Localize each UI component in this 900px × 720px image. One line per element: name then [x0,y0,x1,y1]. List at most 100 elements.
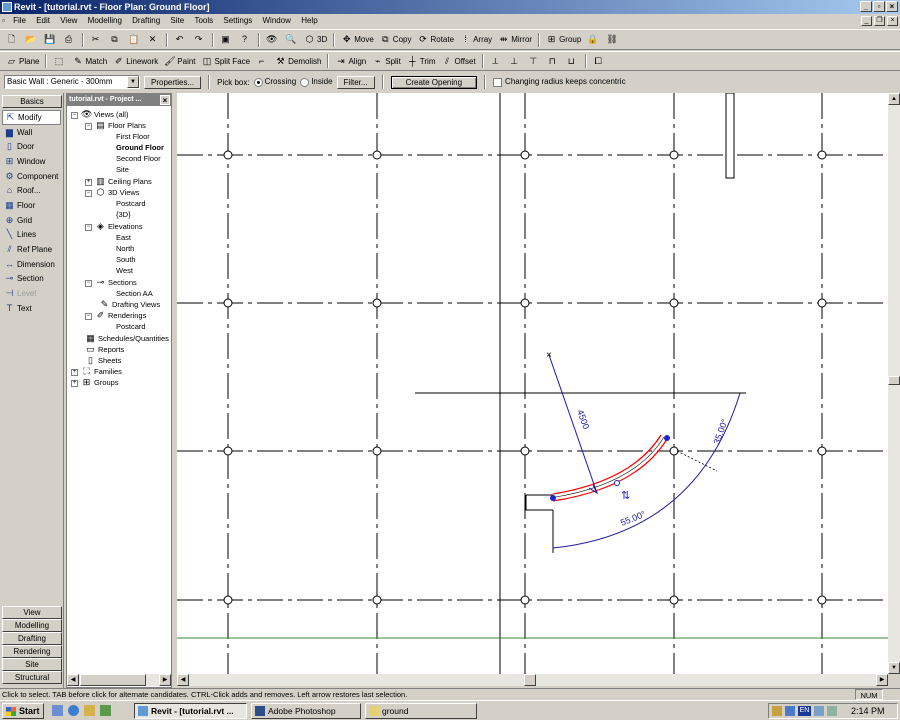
save-button[interactable]: 💾 [41,31,60,49]
tree-floor-plans[interactable]: − ▤ Floor Plans [85,120,146,131]
tree-west[interactable]: West [116,265,133,276]
dashed-box-button[interactable]: ⬚ [50,52,69,70]
wall-center-grip[interactable] [614,480,620,486]
menu-window[interactable]: Window [259,14,295,28]
design-bar-item-door[interactable]: ▯ Door [0,139,63,154]
column-marker[interactable] [372,298,382,308]
paste-button[interactable]: 📋 [125,31,144,49]
split-button[interactable]: ⌁ Split [369,52,404,70]
type-selector[interactable]: Basic Wall : Generic - 300mm ▼ [4,75,140,89]
mirror-button[interactable]: ⇹ Mirror [495,31,535,49]
tray-display-icon[interactable] [814,706,824,716]
tree-ceiling-plans[interactable]: + ▥ Ceiling Plans [85,176,152,187]
tree-east[interactable]: East [116,232,131,243]
menu-settings[interactable]: Settings [219,14,256,28]
column-marker[interactable] [669,298,679,308]
array-button[interactable]: ⁞ Array [457,31,495,49]
design-bar-item-grid[interactable]: ⊕ Grid [0,213,63,228]
join-button[interactable]: ⌐ [253,52,272,70]
column-marker[interactable] [817,150,827,160]
curved-wall-selected[interactable] [552,434,668,502]
match-button[interactable]: ✎ Match [69,52,110,70]
tab-rendering[interactable]: Rendering [2,645,62,658]
canvas-hscrollbar[interactable]: ◀ ▶ [177,674,888,686]
wall-end-grip[interactable] [664,435,670,441]
copy-clip-button[interactable]: ⧉ [106,31,125,49]
tree-schedules[interactable]: ▦ Schedules/Quantities [85,333,169,344]
menu-view[interactable]: View [56,14,81,28]
minimize-button[interactable]: _ [860,1,872,12]
collapse-icon[interactable]: − [71,111,78,119]
tab-modelling[interactable]: Modelling [2,619,62,632]
tree-reports[interactable]: ▭ Reports [85,344,124,355]
tree-elevations[interactable]: − ◈ Elevations [85,221,143,232]
design-bar-item-wall[interactable]: ▆ Wall [0,125,63,140]
offset-button[interactable]: ⫽ Offset [439,52,479,70]
expand-icon[interactable]: + [71,379,78,387]
design-bar-item-modify[interactable]: ⇱ Modify [2,110,61,125]
column-marker[interactable] [520,446,530,456]
design-bar-item-floor[interactable]: ▦ Floor [0,198,63,213]
tree-families[interactable]: + ⛶ Families [71,366,122,377]
open-button[interactable]: 📂 [22,31,41,49]
tree-ground-floor[interactable]: Ground Floor [116,142,164,153]
show-desktop-icon[interactable] [52,705,63,716]
thin-lines-button[interactable]: ▣ [217,31,236,49]
collapse-icon[interactable]: − [85,223,92,231]
filter-button[interactable]: Filter... [336,75,375,89]
design-bar-item-section[interactable]: ⊸ Section [0,272,63,287]
tree-north[interactable]: North [116,243,134,254]
wall-stub[interactable] [525,494,553,511]
lock-button[interactable]: 🔒 [584,31,603,49]
column-marker[interactable] [223,298,233,308]
tool-b-button[interactable]: ⊥ [506,52,525,70]
task-revit[interactable]: Revit - [tutorial.rvt ... [134,703,247,719]
paint-button[interactable]: 🖌 Paint [161,52,198,70]
chevron-down-icon[interactable]: ▼ [127,76,139,88]
design-bar-item-component[interactable]: ⚙ Component [0,169,63,184]
tree-drafting-views[interactable]: ✎ Drafting Views [99,299,161,310]
doc-minimize-button[interactable]: _ [861,16,872,26]
menu-site[interactable]: Site [166,14,188,28]
column-marker[interactable] [520,298,530,308]
expand-icon[interactable]: + [71,368,78,376]
design-bar-item-ref-plane[interactable]: ⫽ Ref Plane [0,242,63,257]
tool-d-button[interactable]: ⊓ [544,52,563,70]
collapse-icon[interactable]: − [85,122,92,130]
redo-button[interactable]: ↷ [190,31,209,49]
cut-button[interactable]: ✂ [87,31,106,49]
tray-pen-icon[interactable] [772,706,782,716]
canvas-vscrollbar[interactable]: ▲ ▼ [888,93,900,674]
help-pointer-button[interactable]: ? [236,31,255,49]
wall-end-grip[interactable] [550,495,556,501]
tool-a-button[interactable]: ⟂ [487,52,506,70]
link-button[interactable]: ⛓ [603,31,622,49]
maximize-button[interactable]: ▫ [873,1,885,12]
tree-sheets[interactable]: ▯ Sheets [85,355,121,366]
collapse-icon[interactable]: − [85,312,92,320]
design-bar-item-text[interactable]: T Text [0,301,63,316]
drawing-canvas[interactable]: ⇅ × 4500 55.00° 35.00° [177,93,888,674]
tool-f-button[interactable]: ⧠ [590,52,609,70]
tree-postcard[interactable]: Postcard [116,198,146,209]
column-marker[interactable] [817,446,827,456]
column-marker[interactable] [669,595,679,605]
tool-c-button[interactable]: ⊤ [525,52,544,70]
tree-3d-views[interactable]: − ⬡ 3D Views [85,187,140,198]
print-button[interactable]: ⎙ [60,31,79,49]
wall-segment[interactable] [725,93,735,179]
demolish-button[interactable]: ⚒ Demolish [272,52,324,70]
task-photoshop[interactable]: Adobe Photoshop [251,703,361,719]
inside-radio[interactable]: Inside [300,77,333,87]
design-bar-item-dimension[interactable]: ↔ Dimension [0,257,63,272]
flip-arrows-icon[interactable]: ⇅ [621,490,630,502]
column-marker[interactable] [520,150,530,160]
scroll-right-icon[interactable]: ▶ [876,674,888,686]
column-marker[interactable] [372,446,382,456]
create-opening-button[interactable]: Create Opening [390,75,478,89]
tree-groups[interactable]: + ⊞ Groups [71,377,119,388]
column-marker[interactable] [669,446,679,456]
doc-close-button[interactable]: × [887,16,898,26]
column-marker[interactable] [223,446,233,456]
browser-scroll-thumb[interactable] [80,674,146,686]
